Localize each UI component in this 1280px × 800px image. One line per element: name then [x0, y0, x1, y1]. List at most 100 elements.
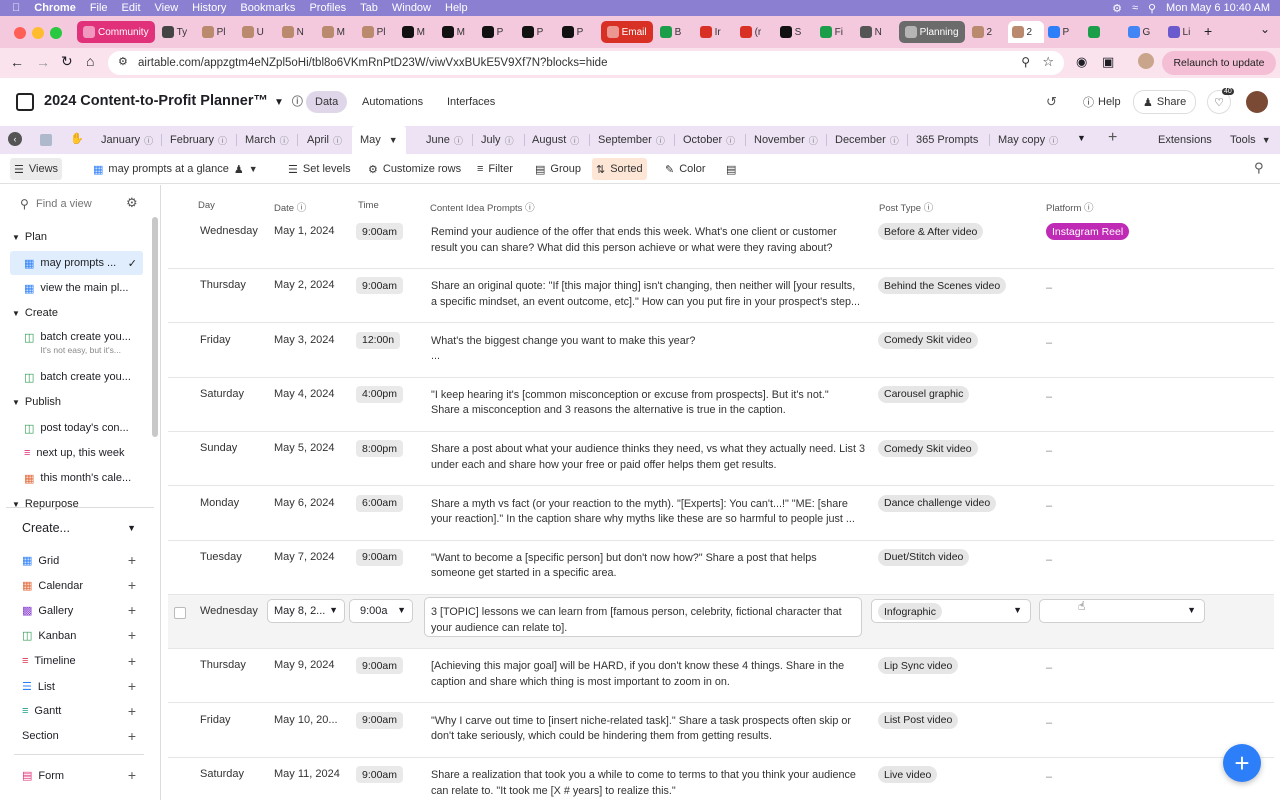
header-date[interactable]: Date ⓘ	[274, 200, 306, 214]
sorted-button[interactable]: ⇅ Sorted	[592, 158, 647, 180]
menu-chrome[interactable]: Chrome	[34, 2, 76, 14]
menu-tab[interactable]: Tab	[360, 2, 378, 14]
search-icon[interactable]: ⚲	[1148, 2, 1156, 15]
browser-tab[interactable]: U	[238, 21, 278, 43]
cell-date[interactable]: May 10, 20...	[274, 714, 338, 726]
section-plan[interactable]: ▼ Plan	[12, 231, 47, 243]
menu-history[interactable]: History	[192, 2, 226, 14]
color-button[interactable]: ✎ Color	[661, 158, 710, 180]
browser-tab[interactable]: 2	[1007, 21, 1044, 43]
filter-button[interactable]: ≡ Filter	[473, 158, 517, 180]
create-grid[interactable]: ▦ Grid +	[14, 549, 144, 571]
tab-april[interactable]: April ⓘ	[307, 130, 342, 150]
cell-day[interactable]: Thursday	[200, 659, 246, 671]
post-type-pill[interactable]: Behind the Scenes video	[878, 277, 1007, 295]
cell-prompt[interactable]: "I keep hearing it's [common misconcepti…	[431, 388, 865, 419]
time-pill[interactable]: 8:00pm	[356, 440, 404, 458]
browser-tab[interactable]: M	[398, 21, 438, 43]
table-row[interactable]: Friday May 10, 20... 9:00am "Why I carve ou…	[168, 704, 1274, 758]
reload-icon[interactable]: ↻	[61, 53, 73, 70]
browser-tab[interactable]: Pl	[198, 21, 238, 43]
time-pill[interactable]: 9:00am	[356, 657, 404, 675]
time-field[interactable]: 9:00a ▼	[349, 599, 413, 624]
post-type-pill[interactable]: Infographic	[878, 603, 942, 621]
post-type-pill[interactable]: Lip Sync video	[878, 657, 959, 675]
cell-date[interactable]: May 7, 2024	[274, 551, 335, 563]
menu-file[interactable]: File	[90, 2, 108, 14]
post-type-pill[interactable]: List Post video	[878, 711, 959, 729]
cell-date[interactable]: May 11, 2024	[274, 768, 340, 780]
wifi-icon[interactable]: ≈	[1132, 2, 1138, 14]
cell-date[interactable]: May 2, 2024	[274, 279, 335, 291]
cell-platform[interactable]: –	[1046, 717, 1052, 729]
menu-bookmarks[interactable]: Bookmarks	[240, 2, 295, 14]
table-row[interactable]: Tuesday May 7, 2024 9:00am "Want to become …	[168, 541, 1274, 595]
time-pill[interactable]: 6:00am	[356, 494, 404, 512]
customize-rows-button[interactable]: ⚙ Customize rows	[364, 158, 465, 180]
address-bar[interactable]: ⚙ airtable.com/appzgtm4eNZpl5oHi/tbl8o6V…	[108, 51, 1064, 75]
time-pill[interactable]: 9:00am	[356, 548, 404, 566]
table-icon[interactable]	[40, 134, 52, 146]
cell-date[interactable]: May 4, 2024	[274, 388, 335, 400]
menu-window[interactable]: Window	[392, 2, 431, 14]
nav-data[interactable]: Data	[306, 91, 348, 113]
post-type-pill[interactable]: Dance challenge video	[878, 494, 997, 512]
section-publish[interactable]: ▼ Publish	[12, 396, 61, 408]
chevron-down-icon[interactable]: ▼	[274, 97, 284, 108]
cell-day[interactable]: Friday	[200, 714, 231, 726]
browser-tab[interactable]: N	[856, 21, 896, 43]
row-height-icon[interactable]: ▤	[722, 158, 740, 180]
tab-july[interactable]: July ⓘ	[481, 130, 514, 150]
cell-date[interactable]: May 3, 2024	[274, 334, 335, 346]
browser-tab[interactable]: M	[318, 21, 358, 43]
cell-prompt[interactable]: [Achieving this major goal] will be HARD…	[431, 659, 865, 690]
browser-tab[interactable]: Li	[1164, 21, 1204, 43]
chevron-left-icon[interactable]: ‹	[8, 132, 22, 146]
current-view-button[interactable]: ▦ may prompts at a glance ♟ ▼	[89, 158, 262, 180]
cell-prompt[interactable]: Remind your audience of the offer that e…	[431, 225, 865, 256]
cell-day[interactable]: Sunday	[200, 442, 237, 454]
add-record-button[interactable]: +	[1223, 744, 1261, 782]
table-row[interactable]: Wednesday May 8, 2... ▼ 9:00a ▼ 3 [TOPIC] les…	[168, 595, 1274, 650]
time-pill[interactable]: 12:00n	[356, 331, 401, 349]
cell-platform[interactable]: –	[1046, 445, 1052, 457]
time-pill[interactable]: 9:00am	[356, 766, 404, 783]
back-icon[interactable]: ←	[10, 54, 24, 70]
minimize-window-button[interactable]	[32, 27, 44, 39]
browser-tab[interactable]: N	[278, 21, 318, 43]
chevron-down-icon[interactable]: ▼	[389, 135, 398, 145]
cell-platform[interactable]: –	[1046, 337, 1052, 349]
cell-day[interactable]: Monday	[200, 497, 239, 509]
view-batch-create-2[interactable]: ◫ batch create you...	[10, 365, 143, 389]
view-main-plan[interactable]: ▦ view the main pl...	[10, 276, 143, 300]
create-kanban[interactable]: ◫ Kanban +	[14, 624, 144, 646]
view-month-calendar[interactable]: ▦ this month's cale...	[10, 466, 143, 490]
cell-prompt[interactable]: "Want to become a [specific person] but …	[431, 551, 865, 582]
browser-tab[interactable]: G	[1124, 21, 1164, 43]
post-type-pill[interactable]: Carousel graphic	[878, 385, 970, 403]
view-batch-create-1[interactable]: ◫ batch create you... It's not easy, but i…	[10, 327, 143, 357]
datetime[interactable]: Mon May 6 10:40 AM	[1166, 2, 1270, 14]
browser-tab[interactable]: Planning	[898, 21, 965, 43]
browser-tab[interactable]: P	[518, 21, 558, 43]
browser-tab[interactable]	[1084, 21, 1124, 43]
browser-tab[interactable]: (r	[736, 21, 776, 43]
nav-automations[interactable]: Automations	[353, 91, 432, 113]
cell-day[interactable]: Saturday	[200, 388, 244, 400]
add-table-icon[interactable]: +	[1108, 129, 1117, 147]
table-row[interactable]: Saturday May 4, 2024 4:00pm "I keep hearing…	[168, 378, 1274, 432]
browser-tab[interactable]: Pl	[358, 21, 398, 43]
cell-date[interactable]: May 5, 2024	[274, 442, 335, 454]
cell-platform[interactable]: –	[1046, 554, 1052, 566]
set-levels-button[interactable]: ☰ Set levels	[284, 158, 355, 180]
zoom-icon[interactable]: ⚲	[1021, 55, 1030, 69]
share-button[interactable]: ♟ Share	[1133, 90, 1197, 114]
table-row[interactable]: Saturday May 11, 2024 9:00am Share a realiz…	[168, 758, 1274, 800]
cell-date[interactable]: May 9, 2024	[274, 659, 335, 671]
puzzle-icon[interactable]: ▣	[1102, 54, 1114, 70]
header-platform[interactable]: Platform ⓘ	[1046, 200, 1094, 214]
relaunch-button[interactable]: Relaunch to update	[1162, 51, 1276, 75]
header-day[interactable]: Day	[198, 200, 215, 211]
create-gantt[interactable]: ≡ Gantt +	[14, 700, 144, 722]
tab-september[interactable]: September ⓘ	[598, 130, 665, 150]
